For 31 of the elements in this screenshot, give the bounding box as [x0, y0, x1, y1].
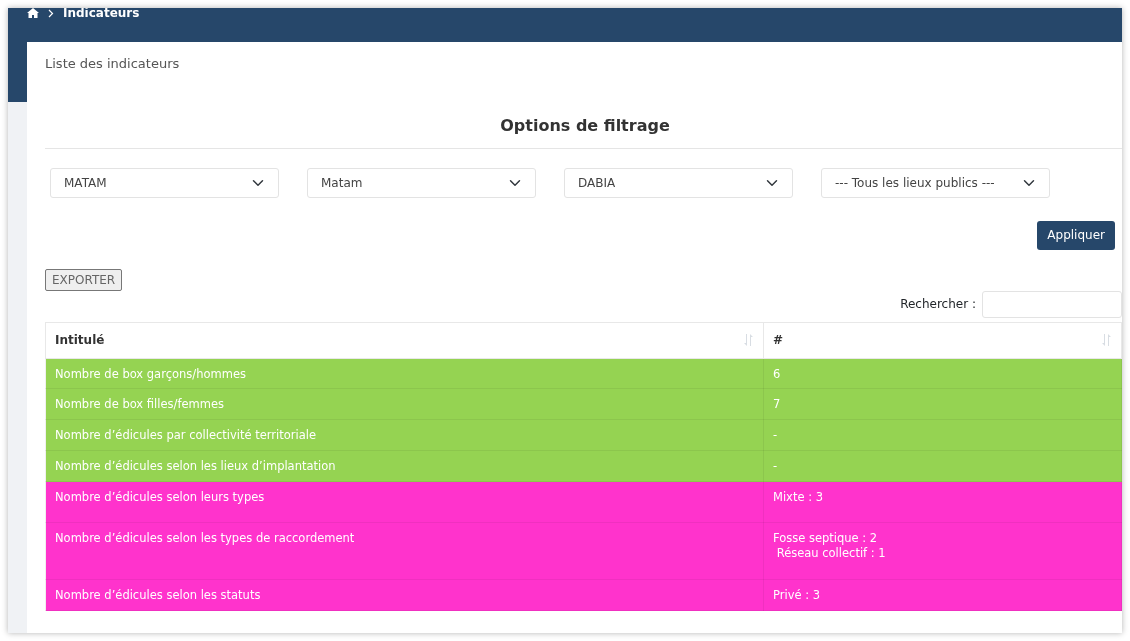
column-header[interactable]: # — [763, 322, 1122, 358]
table-cell: Nombre d’édicules selon les types de raccordement — [45, 522, 764, 580]
table-cell: Privé : 3 — [763, 579, 1122, 611]
table-cell: - — [763, 419, 1122, 451]
card-title: Liste des indicateurs — [45, 55, 181, 73]
search-label: Rechercher : — [900, 296, 976, 313]
breadcrumb-current: Indicateurs — [63, 8, 140, 22]
filter-select[interactable]: --- Tous les lieux publics --- — [821, 167, 1050, 198]
table-cell: Nombre d’édicules par collectivité territoriale — [45, 419, 764, 451]
sort-icon[interactable] — [1101, 334, 1112, 346]
table-cell: Nombre de box garçons/hommes — [45, 358, 764, 389]
table-cell: Fosse septique : 2 Réseau collectif : 1 — [763, 522, 1122, 580]
filter-title: Options de filtrage — [45, 113, 1122, 149]
table-cell: Nombre d’édicules selon leurs types — [45, 481, 764, 523]
apply-button[interactable]: Appliquer — [1037, 220, 1115, 250]
table-cell: Nombre d’édicules selon les statuts — [45, 579, 764, 611]
table-cell: Nombre de box filles/femmes — [45, 388, 764, 420]
table-cell: - — [763, 450, 1122, 482]
home-icon[interactable] — [27, 8, 39, 18]
column-header[interactable]: Intitulé — [45, 322, 764, 358]
search-field[interactable] — [982, 290, 1122, 318]
filter-select[interactable]: Matam — [307, 167, 536, 198]
export-button[interactable]: EXPORTER — [45, 268, 123, 291]
table-cell: Nombre d’édicules selon les lieux d’implantation — [45, 450, 764, 482]
filter-select[interactable]: DABIA — [564, 167, 793, 198]
table-cell: 7 — [763, 388, 1122, 420]
sort-icon[interactable] — [743, 334, 754, 346]
filter-select[interactable]: MATAM — [50, 167, 279, 198]
chevron-icon — [48, 8, 54, 18]
table-cell: 6 — [763, 358, 1122, 389]
table-cell: Mixte : 3 — [763, 481, 1122, 523]
